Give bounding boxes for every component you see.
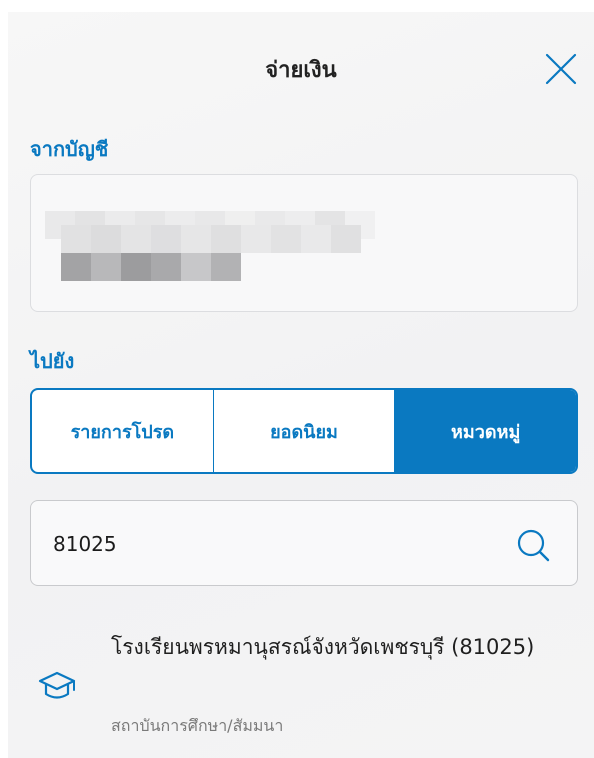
redacted-account-number	[61, 253, 241, 281]
search-button[interactable]	[513, 525, 553, 565]
header: จ่ายเงิน	[8, 12, 594, 112]
tab-popular[interactable]: ยอดนิยม	[212, 390, 395, 472]
search-box	[30, 500, 578, 587]
result-name: โรงเรียนพรหมานุสรณ์จังหวัดเพชรบุรี (8102…	[111, 635, 535, 659]
from-account-card[interactable]	[30, 174, 578, 312]
tab-favorites[interactable]: รายการโปรด	[32, 390, 213, 472]
tab-categories[interactable]: หมวดหมู่	[394, 390, 576, 472]
destination-tabs: รายการโปรด ยอดนิยม หมวดหมู่	[30, 388, 578, 474]
graduation-cap-icon	[38, 670, 76, 704]
to-label: ไปยัง	[30, 349, 75, 373]
from-account-label: จากบัญชี	[30, 137, 109, 161]
result-category: สถาบันการศึกษา/สัมมนา	[111, 716, 284, 735]
result-item[interactable]: โรงเรียนพรหมานุสรณ์จังหวัดเพชรบุรี (8102…	[8, 622, 594, 742]
search-icon	[517, 529, 550, 562]
page-title: จ่ายเงิน	[265, 58, 337, 83]
payment-screen: จ่ายเงิน จากบัญชี ไปยัง รายการโปรด ยอดนิ…	[8, 12, 594, 758]
redacted-account-name-2	[61, 225, 361, 253]
search-input[interactable]	[53, 501, 493, 587]
close-icon	[545, 53, 577, 85]
close-button[interactable]	[544, 52, 578, 86]
